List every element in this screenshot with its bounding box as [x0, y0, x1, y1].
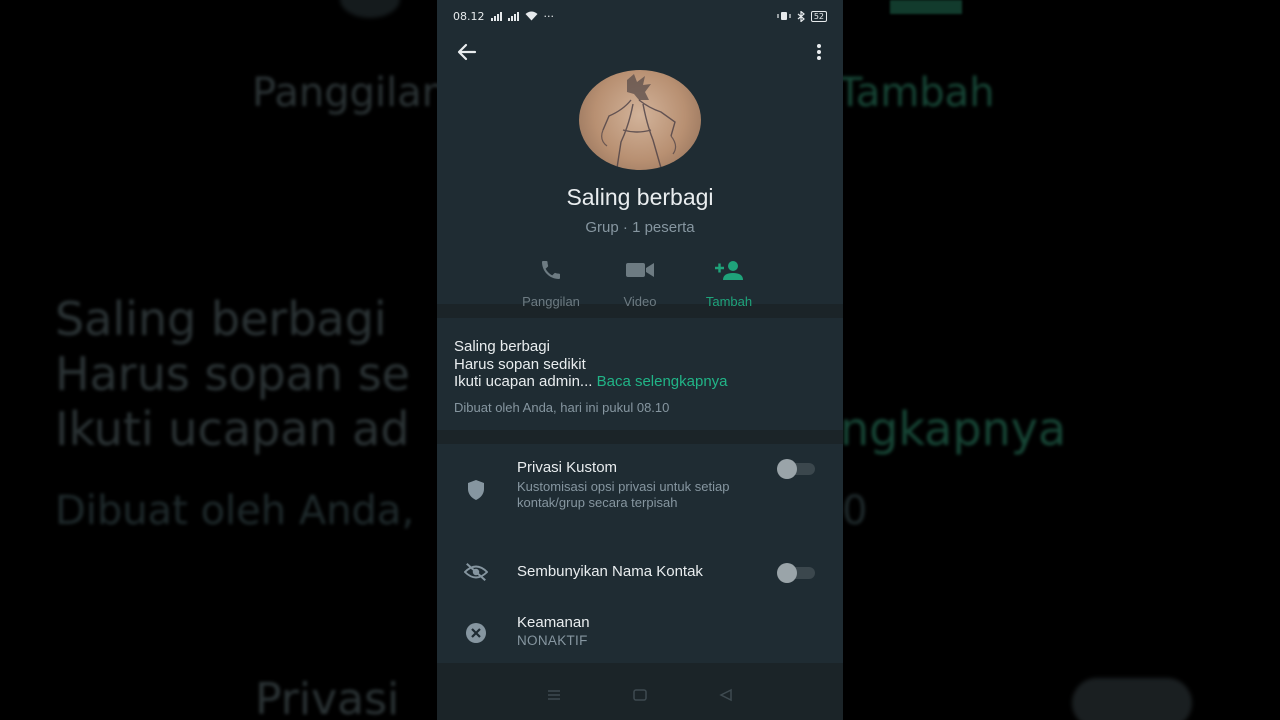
group-subtitle: Grup · 1 peserta: [585, 219, 695, 236]
bg-dark-circle-echo: [340, 0, 400, 18]
custom-privacy-title: Privasi Kustom: [517, 459, 618, 476]
hide-contact-names-toggle[interactable]: [777, 563, 815, 583]
description-line-3: Ikuti ucapan admin... Baca selengkapnya: [454, 373, 826, 391]
bg-text-tambah: Tambah: [838, 70, 995, 116]
vibrate-icon: [777, 12, 791, 20]
back-button[interactable]: [455, 40, 479, 64]
bg-toggle-echo: [1072, 678, 1192, 720]
read-more-link[interactable]: Baca selengkapnya: [597, 373, 728, 390]
video-icon: [626, 263, 654, 277]
wifi-icon: [525, 11, 537, 21]
action-bar: Panggilan Video Tambah: [507, 258, 773, 309]
call-label: Panggilan: [522, 294, 580, 309]
more-vertical-icon: [817, 44, 821, 60]
hide-contact-names-title: Sembunyikan Nama Kontak: [517, 563, 703, 580]
bg-text-line3: Ikuti ucapan ad: [55, 402, 410, 456]
more-options-button[interactable]: [807, 40, 831, 64]
signal-icon: [490, 11, 502, 21]
bg-green-block-echo: [890, 0, 962, 14]
video-button[interactable]: Video: [596, 258, 684, 309]
settings-list: Privasi Kustom Kustomisasi opsi privasi …: [437, 444, 843, 663]
group-description: Saling berbagi Harus sopan sedikit Ikuti…: [437, 318, 843, 430]
add-label: Tambah: [705, 294, 753, 309]
system-nav-bar: [437, 670, 843, 720]
video-label: Video: [623, 294, 657, 309]
hide-contact-names-row[interactable]: Sembunyikan Nama Kontak: [437, 544, 843, 600]
add-participant-button[interactable]: Tambah: [685, 258, 773, 309]
description-line-2: Harus sopan sedikit: [454, 355, 586, 373]
recents-icon[interactable]: [546, 689, 562, 701]
status-bar: 08.12 ··· 52: [437, 0, 843, 32]
bg-text-line4: Dibuat oleh Anda,: [55, 488, 415, 534]
security-title: Keamanan: [517, 614, 590, 631]
bg-text-panggilan: Panggilan: [252, 70, 448, 116]
phone-screen: 08.12 ··· 52 Saling berbagi Grup · 1 pes…: [437, 0, 843, 720]
security-row[interactable]: Keamanan NONAKTIF: [437, 604, 843, 662]
bg-text-line4-right: 0: [842, 488, 868, 534]
back-nav-icon[interactable]: [718, 688, 734, 702]
bg-text-line3-right: ngkapnya: [840, 402, 1067, 456]
bluetooth-icon: [797, 10, 805, 22]
phone-icon: [542, 261, 560, 279]
description-line-1: Saling berbagi: [454, 338, 550, 355]
custom-privacy-row[interactable]: Privasi Kustom Kustomisasi opsi privasi …: [437, 444, 843, 536]
custom-privacy-subtitle: Kustomisasi opsi privasi untuk setiap ko…: [517, 479, 730, 510]
bg-text-line1: Saling berbagi: [55, 292, 387, 346]
close-circle-icon: [464, 621, 488, 645]
group-name: Saling berbagi: [566, 184, 714, 210]
arrow-left-icon: [457, 43, 477, 61]
description-line-3-text: Ikuti ucapan admin...: [454, 373, 593, 390]
avatar-image: [601, 74, 677, 169]
bg-text-bottom: Privasi: [255, 674, 400, 720]
group-avatar[interactable]: [579, 70, 701, 170]
custom-privacy-toggle[interactable]: [777, 459, 815, 479]
call-button[interactable]: Panggilan: [507, 258, 595, 309]
group-header: Saling berbagi Grup · 1 peserta Panggila…: [437, 32, 843, 309]
add-person-icon: [715, 261, 743, 280]
eye-off-icon: [464, 560, 488, 584]
bg-text-line2: Harus sopan se: [55, 347, 410, 401]
battery-icon: 52: [810, 10, 827, 22]
created-info: Dibuat oleh Anda, hari ini pukul 08.10: [454, 399, 670, 415]
security-status: NONAKTIF: [517, 633, 588, 648]
home-icon[interactable]: [632, 688, 648, 702]
status-time: 08.12: [453, 9, 485, 23]
shield-icon: [464, 478, 488, 502]
status-extra: ···: [543, 9, 555, 23]
signal-icon-2: [507, 11, 519, 21]
